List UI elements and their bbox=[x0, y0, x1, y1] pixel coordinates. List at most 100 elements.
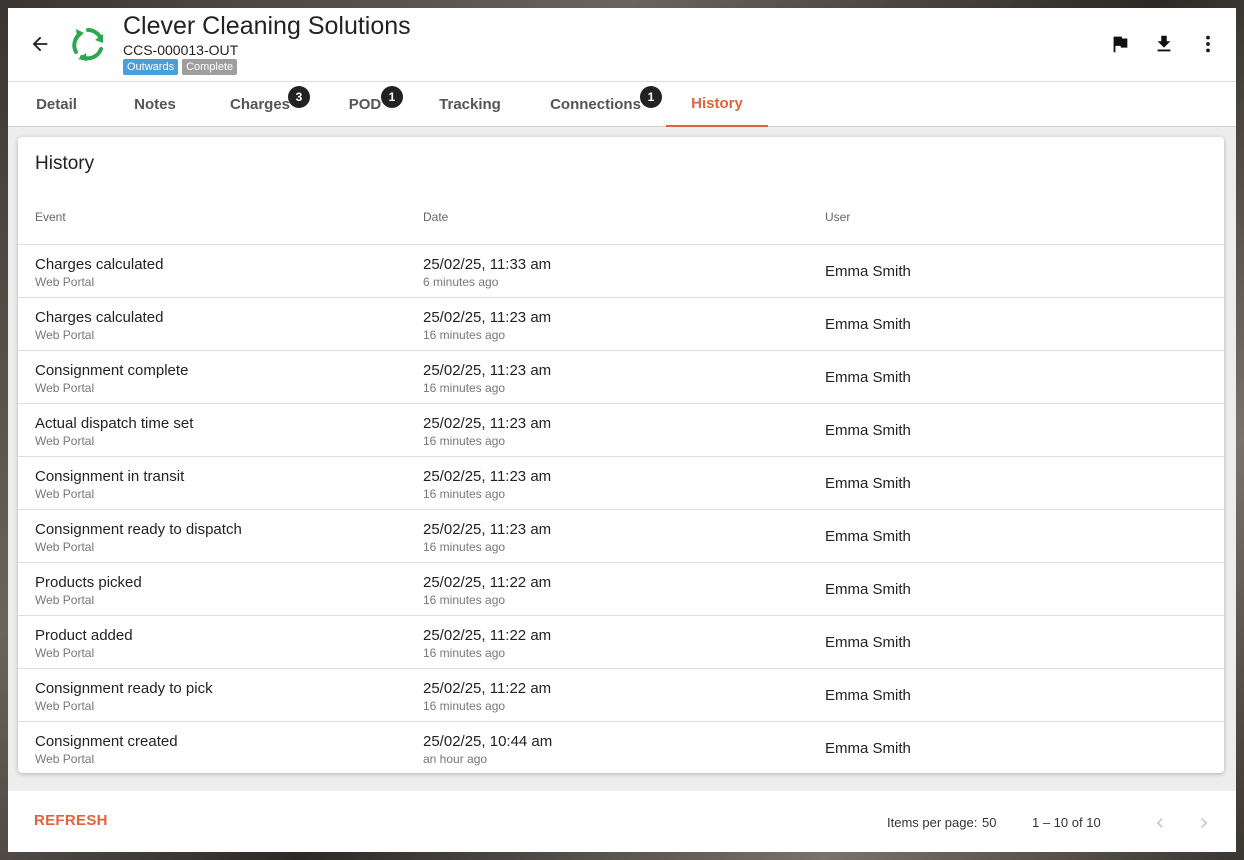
event-source: Web Portal bbox=[35, 487, 95, 501]
consignment-id: CCS-000013-OUT bbox=[123, 42, 239, 58]
history-card: History Event Date User Charges calculat… bbox=[18, 137, 1224, 773]
items-per-page-select[interactable]: 50 bbox=[982, 815, 996, 830]
event-source: Web Portal bbox=[35, 540, 95, 554]
more-menu-button[interactable] bbox=[1194, 30, 1222, 58]
outwards-badge: Outwards bbox=[123, 59, 179, 75]
connections-count-badge: 1 bbox=[640, 86, 662, 108]
next-page-button[interactable] bbox=[1190, 809, 1218, 837]
event-name: Charges calculated bbox=[35, 309, 164, 326]
event-user: Emma Smith bbox=[825, 316, 911, 333]
event-name: Products picked bbox=[35, 574, 142, 591]
event-name: Consignment ready to dispatch bbox=[35, 521, 242, 538]
event-date: 25/02/25, 11:22 am bbox=[423, 574, 552, 591]
tab-label: Charges bbox=[229, 96, 291, 113]
event-user: Emma Smith bbox=[825, 369, 911, 386]
pod-count-badge: 1 bbox=[381, 86, 403, 108]
event-source: Web Portal bbox=[35, 752, 95, 766]
back-button[interactable] bbox=[26, 30, 54, 58]
event-relative-time: an hour ago bbox=[423, 752, 488, 766]
complete-badge: Complete bbox=[182, 59, 238, 75]
column-header-date: Date bbox=[423, 210, 449, 224]
page-header: Clever Cleaning Solutions CCS-000013-OUT… bbox=[8, 8, 1236, 82]
items-per-page-label: Items per page: bbox=[887, 815, 978, 830]
event-relative-time: 16 minutes ago bbox=[423, 434, 506, 448]
event-relative-time: 16 minutes ago bbox=[423, 593, 506, 607]
table-row: Actual dispatch time set Web Portal 25/0… bbox=[18, 403, 1224, 456]
download-button[interactable] bbox=[1150, 30, 1178, 58]
pagination-range: 1 – 10 of 10 bbox=[1032, 815, 1101, 830]
chevron-left-icon bbox=[1156, 818, 1163, 828]
arrow-back-icon bbox=[32, 36, 48, 52]
table-row: Consignment created Web Portal 25/02/25,… bbox=[18, 721, 1224, 773]
event-user: Emma Smith bbox=[825, 687, 911, 704]
event-user: Emma Smith bbox=[825, 528, 911, 545]
flag-button[interactable] bbox=[1106, 30, 1134, 58]
refresh-button[interactable]: REFRESH bbox=[34, 812, 108, 829]
table-row: Charges calculated Web Portal 25/02/25, … bbox=[18, 244, 1224, 297]
event-user: Emma Smith bbox=[825, 581, 911, 598]
tab-label: Notes bbox=[134, 96, 176, 113]
table-row: Consignment in transit Web Portal 25/02/… bbox=[18, 456, 1224, 509]
tab-charges[interactable]: Charges 3 bbox=[205, 82, 315, 127]
event-relative-time: 16 minutes ago bbox=[423, 699, 506, 713]
tab-label: Detail bbox=[36, 96, 77, 113]
tab-connections[interactable]: Connections 1 bbox=[525, 82, 666, 127]
event-date: 25/02/25, 11:22 am bbox=[423, 627, 552, 644]
event-user: Emma Smith bbox=[825, 740, 911, 757]
footer-bar: REFRESH Items per page: 50 1 – 10 of 10 bbox=[8, 791, 1236, 852]
tab-label: POD bbox=[348, 96, 382, 113]
tab-notes[interactable]: Notes bbox=[105, 82, 205, 127]
more-vert-icon bbox=[1206, 35, 1210, 53]
table-row: Consignment complete Web Portal 25/02/25… bbox=[18, 350, 1224, 403]
event-name: Consignment ready to pick bbox=[35, 680, 213, 697]
event-name: Consignment complete bbox=[35, 362, 189, 379]
event-user: Emma Smith bbox=[825, 475, 911, 492]
recycle-logo-icon bbox=[72, 28, 103, 61]
event-source: Web Portal bbox=[35, 275, 95, 289]
event-source: Web Portal bbox=[35, 328, 95, 342]
download-icon bbox=[1157, 35, 1171, 52]
event-date: 25/02/25, 11:23 am bbox=[423, 362, 552, 379]
event-user: Emma Smith bbox=[825, 263, 911, 280]
tab-pod[interactable]: POD 1 bbox=[315, 82, 415, 127]
event-source: Web Portal bbox=[35, 646, 95, 660]
history-title: History bbox=[35, 153, 95, 174]
previous-page-button[interactable] bbox=[1146, 809, 1174, 837]
event-name: Product added bbox=[35, 627, 133, 644]
charges-count-badge: 3 bbox=[288, 86, 310, 108]
event-relative-time: 16 minutes ago bbox=[423, 381, 506, 395]
event-name: Actual dispatch time set bbox=[35, 415, 194, 432]
page-title: Clever Cleaning Solutions bbox=[123, 12, 411, 40]
tab-label: Tracking bbox=[439, 96, 501, 113]
table-row: Consignment ready to dispatch Web Portal… bbox=[18, 509, 1224, 562]
column-header-user: User bbox=[825, 210, 851, 224]
event-source: Web Portal bbox=[35, 434, 95, 448]
event-name: Charges calculated bbox=[35, 256, 164, 273]
event-date: 25/02/25, 11:23 am bbox=[423, 521, 552, 538]
event-name: Consignment created bbox=[35, 733, 178, 750]
event-relative-time: 16 minutes ago bbox=[423, 328, 506, 342]
tab-bar: Detail Notes Charges 3 POD 1 Tracking Co… bbox=[8, 82, 1236, 127]
flag-icon bbox=[1113, 36, 1128, 53]
event-name: Consignment in transit bbox=[35, 468, 185, 485]
event-source: Web Portal bbox=[35, 381, 95, 395]
header-actions bbox=[1106, 30, 1222, 58]
event-date: 25/02/25, 11:23 am bbox=[423, 309, 552, 326]
table-row: Products picked Web Portal 25/02/25, 11:… bbox=[18, 562, 1224, 615]
event-source: Web Portal bbox=[35, 593, 95, 607]
event-relative-time: 16 minutes ago bbox=[423, 487, 506, 501]
tab-detail[interactable]: Detail bbox=[8, 82, 105, 127]
tab-history[interactable]: History bbox=[666, 82, 768, 127]
tab-tracking[interactable]: Tracking bbox=[415, 82, 525, 127]
event-date: 25/02/25, 11:22 am bbox=[423, 680, 552, 697]
event-user: Emma Smith bbox=[825, 422, 911, 439]
table-row: Charges calculated Web Portal 25/02/25, … bbox=[18, 297, 1224, 350]
chevron-right-icon bbox=[1201, 818, 1208, 828]
tab-label: History bbox=[691, 95, 743, 112]
history-table-body: Charges calculated Web Portal 25/02/25, … bbox=[18, 244, 1224, 773]
event-date: 25/02/25, 11:23 am bbox=[423, 468, 552, 485]
tab-label: Connections bbox=[550, 96, 641, 113]
event-relative-time: 6 minutes ago bbox=[423, 275, 499, 289]
event-relative-time: 16 minutes ago bbox=[423, 540, 506, 554]
status-badges: Outwards Complete bbox=[123, 59, 238, 75]
